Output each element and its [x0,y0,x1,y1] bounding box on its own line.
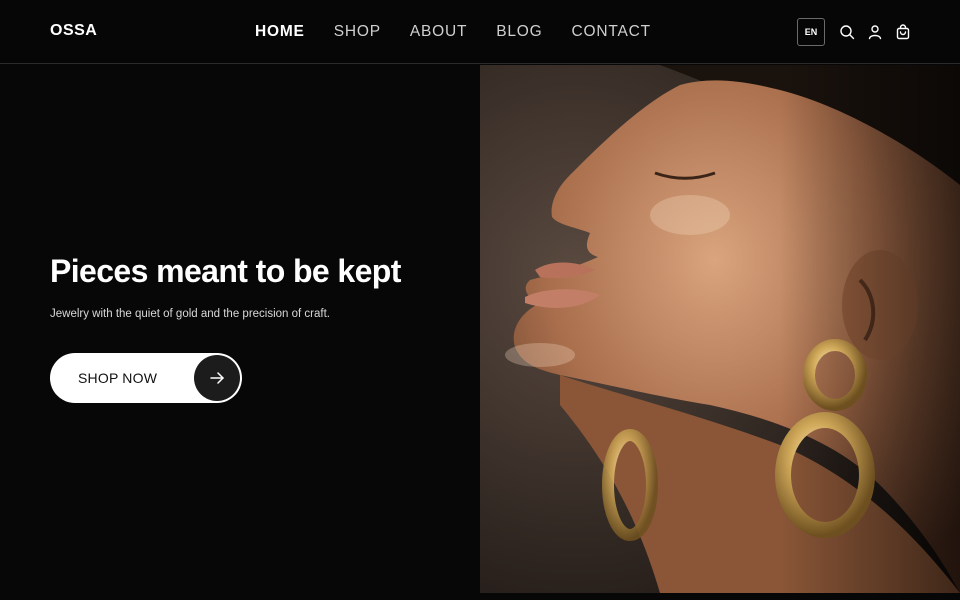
shop-now-button[interactable]: SHOP NOW [50,353,242,403]
nav-about[interactable]: ABOUT [410,23,467,41]
search-icon[interactable] [839,24,855,40]
nav-shop[interactable]: SHOP [334,23,381,41]
hero-section: Pieces meant to be kept Jewelry with the… [0,65,480,600]
nav-blog[interactable]: BLOG [496,23,542,41]
nav-contact[interactable]: CONTACT [572,23,651,41]
hero-headline: Pieces meant to be kept [50,253,401,289]
language-switcher[interactable]: EN [797,18,825,46]
user-icon[interactable] [867,24,883,40]
main-nav: HOME SHOP ABOUT BLOG CONTACT [255,23,680,41]
arrow-right-icon[interactable] [194,355,240,401]
hero-subline: Jewelry with the quiet of gold and the p… [50,308,330,320]
shop-now-label: SHOP NOW [78,370,158,386]
brand-logo[interactable]: OSSA [50,22,97,40]
cart-icon[interactable] [895,24,911,40]
site-header: OSSA HOME SHOP ABOUT BLOG CONTACT EN [0,0,960,64]
hero-image-woman-gold-earrings [480,65,960,593]
nav-home[interactable]: HOME [255,23,305,41]
